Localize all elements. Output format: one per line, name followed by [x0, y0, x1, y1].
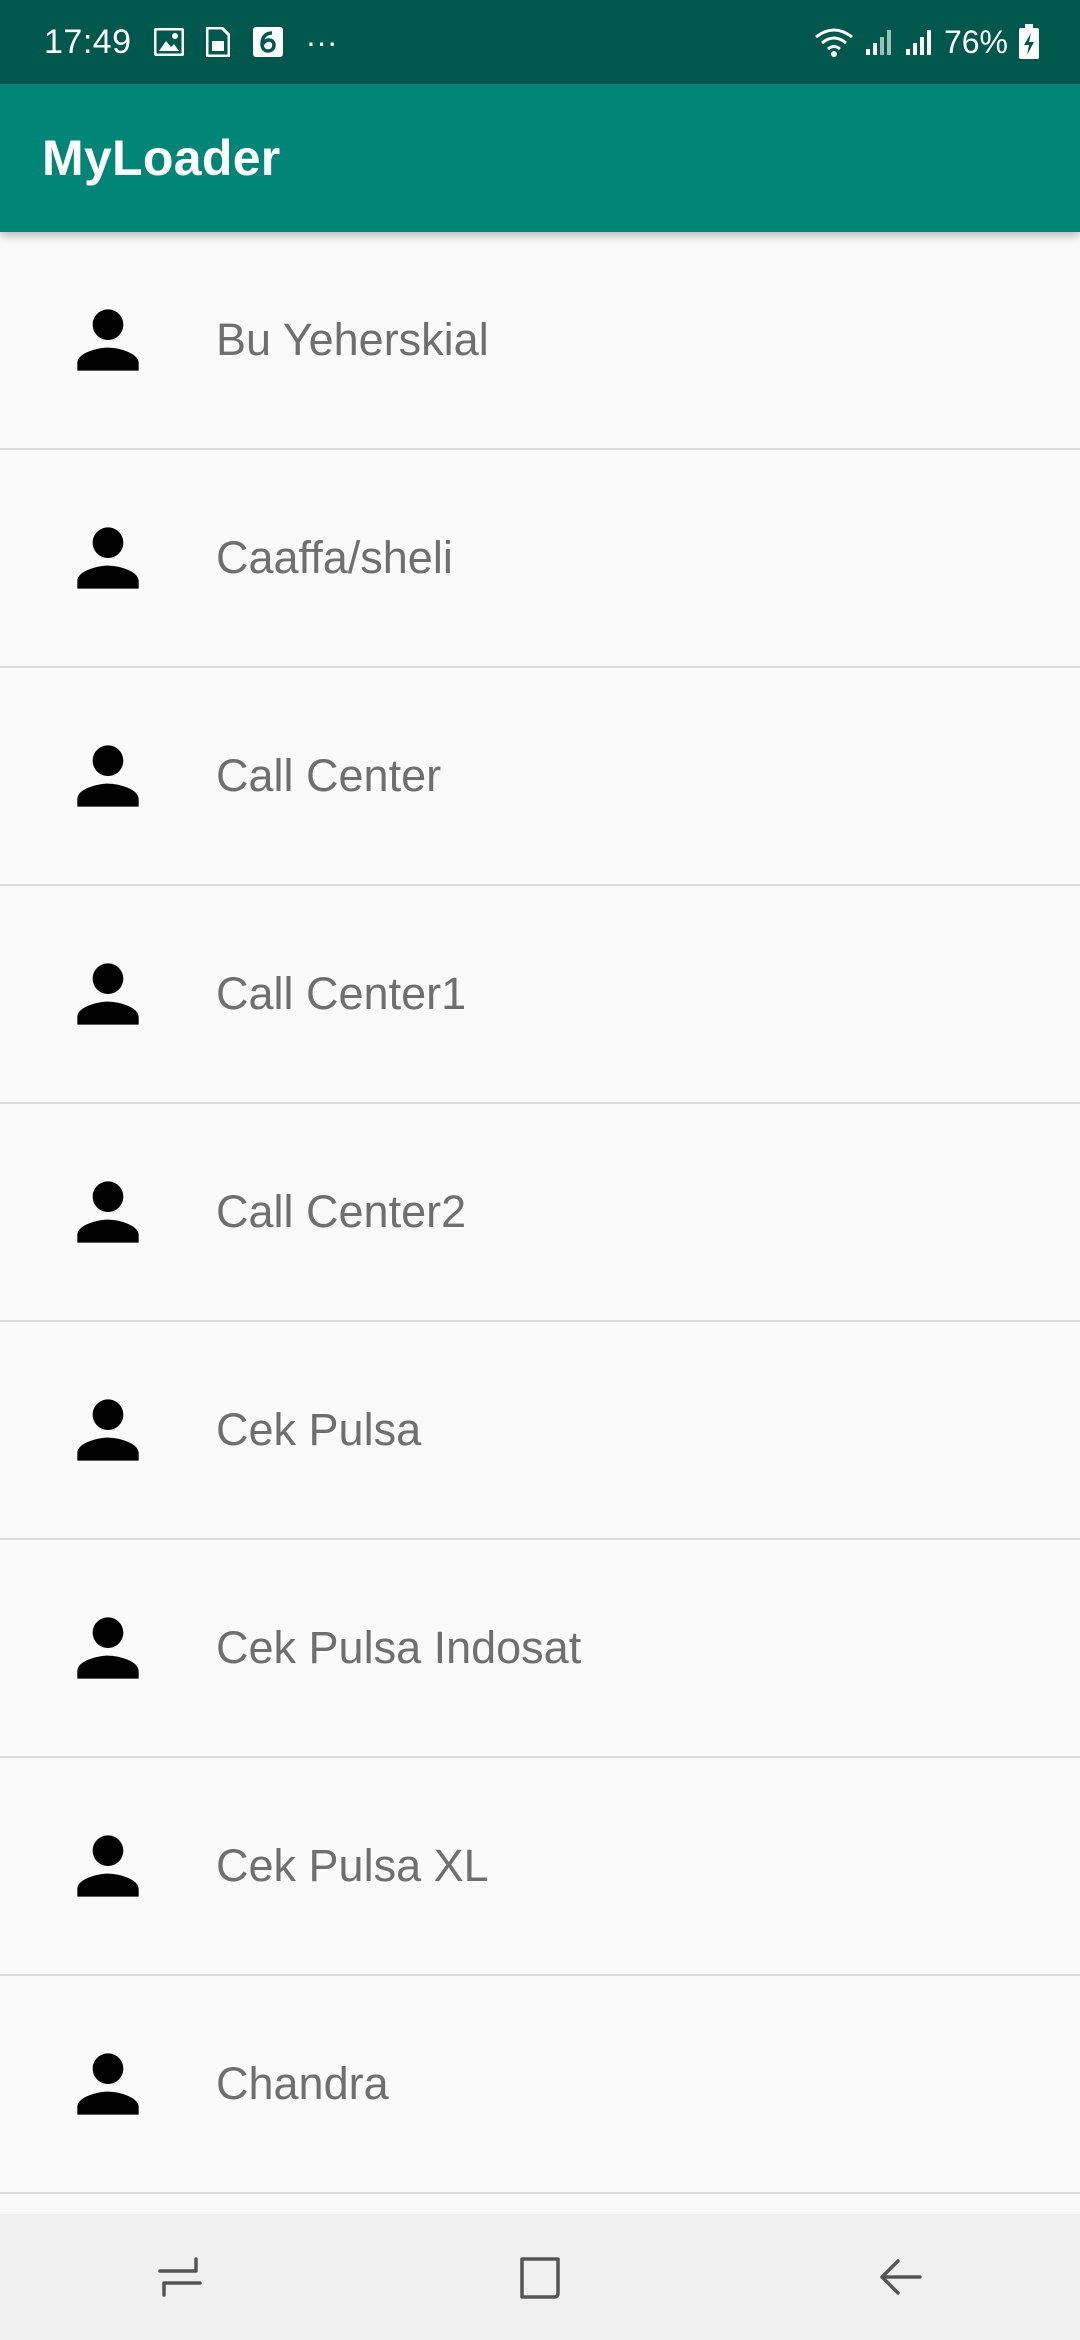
contact-item[interactable]: Call Center1 — [0, 886, 1080, 1104]
contact-item[interactable]: Cek Pulsa XL — [0, 1758, 1080, 1976]
person-icon — [60, 946, 156, 1042]
navigation-bar — [0, 2214, 1080, 2340]
sim-icon — [205, 27, 230, 57]
status-time: 17:49 — [44, 22, 132, 61]
battery-percent: 76% — [943, 23, 1008, 60]
status-left: 17:49 ··· — [44, 23, 338, 62]
battery-charging-icon — [1018, 24, 1040, 60]
person-icon — [60, 1164, 156, 1260]
status-bar: 17:49 ··· 76% — [0, 0, 1080, 84]
recents-icon[interactable] — [120, 2227, 240, 2327]
status-right: 76% — [814, 24, 1040, 61]
person-icon — [60, 1382, 156, 1478]
contact-name: Cek Pulsa — [216, 1404, 422, 1455]
app-6-icon — [252, 26, 284, 58]
signal-icon — [864, 27, 894, 57]
person-icon — [60, 728, 156, 824]
contact-item[interactable]: Chandra — [0, 1976, 1080, 2194]
contact-item[interactable]: Cek Pulsa — [0, 1322, 1080, 1540]
app-bar: MyLoader — [0, 84, 1080, 232]
person-icon — [60, 510, 156, 606]
more-notifications-icon: ··· — [305, 23, 338, 60]
home-icon[interactable] — [480, 2227, 600, 2327]
signal-icon-2 — [904, 27, 934, 57]
contact-item[interactable]: Cek Pulsa Indosat — [0, 1540, 1080, 1758]
screen: 17:49 ··· 76% MyLoader Bu Yeherskial Caa… — [0, 0, 1080, 2340]
wifi-icon — [814, 26, 854, 58]
contact-item[interactable]: Call Center — [0, 668, 1080, 886]
contact-name: Call Center1 — [216, 968, 467, 1019]
contact-name: Caaffa/sheli — [216, 532, 453, 583]
person-icon — [60, 2036, 156, 2132]
app-title: MyLoader — [42, 130, 281, 186]
back-icon[interactable] — [840, 2227, 960, 2327]
contact-item[interactable]: Caaffa/sheli — [0, 450, 1080, 668]
contact-list[interactable]: Bu Yeherskial Caaffa/sheli Call Center C… — [0, 232, 1080, 2214]
person-icon — [60, 1818, 156, 1914]
contact-name: Bu Yeherskial — [216, 314, 489, 365]
contact-item[interactable]: Bu Yeherskial — [0, 232, 1080, 450]
image-icon — [153, 28, 184, 56]
person-icon — [60, 1600, 156, 1696]
contact-item[interactable]: Call Center2 — [0, 1104, 1080, 1322]
contact-name: Chandra — [216, 2058, 389, 2109]
contact-name: Cek Pulsa Indosat — [216, 1622, 582, 1673]
contact-name: Call Center — [216, 750, 442, 801]
person-icon — [60, 292, 156, 388]
contact-name: Call Center2 — [216, 1186, 467, 1237]
contact-name: Cek Pulsa XL — [216, 1840, 489, 1891]
